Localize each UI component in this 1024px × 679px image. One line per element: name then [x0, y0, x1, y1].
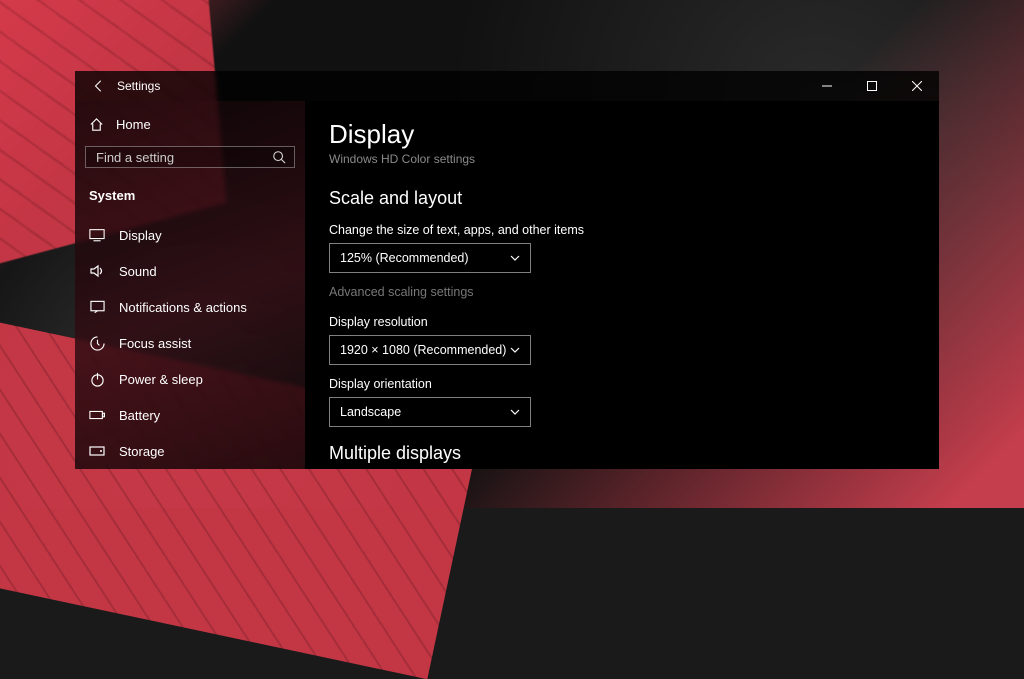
search-icon	[272, 150, 286, 164]
home-label: Home	[116, 117, 151, 132]
resolution-value: 1920 × 1080 (Recommended)	[340, 343, 506, 357]
orientation-label: Display orientation	[329, 377, 939, 391]
scale-label: Change the size of text, apps, and other…	[329, 223, 939, 237]
orientation-dropdown[interactable]: Landscape	[329, 397, 531, 427]
home-link[interactable]: Home	[85, 109, 295, 146]
sidebar-item-label: Display	[119, 228, 162, 243]
resolution-dropdown[interactable]: 1920 × 1080 (Recommended)	[329, 335, 531, 365]
back-button[interactable]	[85, 71, 113, 101]
titlebar: Settings	[75, 71, 939, 101]
sidebar-item-storage[interactable]: Storage	[85, 433, 295, 469]
scale-value: 125% (Recommended)	[340, 251, 469, 265]
battery-icon	[89, 409, 105, 421]
sidebar-category: System	[85, 182, 295, 217]
hd-color-link[interactable]: Windows HD Color settings	[329, 152, 939, 166]
orientation-value: Landscape	[340, 405, 401, 419]
sidebar-item-notifications[interactable]: Notifications & actions	[85, 289, 295, 325]
sidebar-item-sound[interactable]: Sound	[85, 253, 295, 289]
storage-icon	[89, 445, 105, 457]
search-placeholder: Find a setting	[96, 150, 272, 165]
sidebar-item-label: Storage	[119, 444, 165, 459]
maximize-button[interactable]	[849, 71, 894, 101]
chevron-down-icon	[510, 255, 520, 261]
power-icon	[89, 372, 105, 387]
page-title: Display	[329, 119, 939, 150]
sidebar-item-label: Battery	[119, 408, 160, 423]
scale-layout-heading: Scale and layout	[329, 188, 939, 209]
notifications-icon	[89, 300, 105, 314]
sidebar-item-label: Power & sleep	[119, 372, 203, 387]
resolution-label: Display resolution	[329, 315, 939, 329]
sound-icon	[89, 264, 105, 278]
chevron-down-icon	[510, 409, 520, 415]
search-input[interactable]: Find a setting	[85, 146, 295, 168]
chevron-down-icon	[510, 347, 520, 353]
content-pane: Display Windows HD Color settings Scale …	[305, 101, 939, 469]
sidebar-item-power-sleep[interactable]: Power & sleep	[85, 361, 295, 397]
sidebar-item-label: Focus assist	[119, 336, 191, 351]
window-controls	[804, 71, 939, 101]
sidebar-item-label: Notifications & actions	[119, 300, 247, 315]
sidebar: Home Find a setting System Display So	[75, 101, 305, 469]
window-title: Settings	[117, 79, 160, 93]
minimize-button[interactable]	[804, 71, 849, 101]
sidebar-item-label: Sound	[119, 264, 157, 279]
close-button[interactable]	[894, 71, 939, 101]
focus-assist-icon	[89, 336, 105, 351]
sidebar-item-display[interactable]: Display	[85, 217, 295, 253]
scale-dropdown[interactable]: 125% (Recommended)	[329, 243, 531, 273]
advanced-scaling-link[interactable]: Advanced scaling settings	[329, 285, 939, 299]
multiple-displays-heading: Multiple displays	[329, 443, 939, 464]
sidebar-item-focus-assist[interactable]: Focus assist	[85, 325, 295, 361]
home-icon	[89, 117, 104, 132]
sidebar-item-battery[interactable]: Battery	[85, 397, 295, 433]
settings-window: Settings Home Find a setting	[75, 71, 939, 469]
display-icon	[89, 228, 105, 242]
